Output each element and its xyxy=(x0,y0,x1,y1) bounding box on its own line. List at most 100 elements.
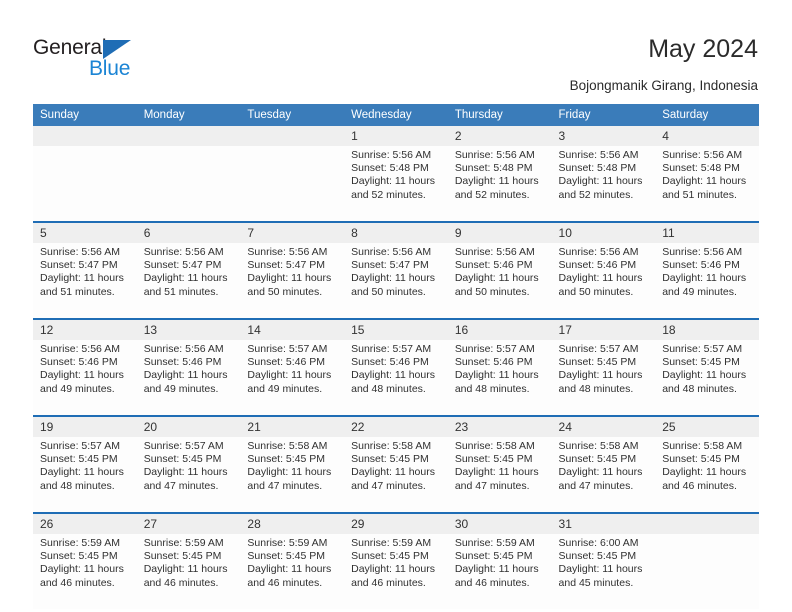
day-number-30[interactable]: 30 xyxy=(447,514,552,534)
sunrise-text: Sunrise: 5:57 AM xyxy=(558,343,639,355)
day-cell-16[interactable]: Sunrise: 5:57 AM Sunset: 5:46 PM Daylight:… xyxy=(447,340,552,415)
day-number-28[interactable]: 28 xyxy=(240,514,345,534)
day-number-9[interactable]: 9 xyxy=(447,223,552,243)
day-cell-empty xyxy=(136,146,241,221)
day-cell-19[interactable]: Sunrise: 5:57 AM Sunset: 5:45 PM Daylight:… xyxy=(33,437,137,512)
day-cell-12[interactable]: Sunrise: 5:56 AM Sunset: 5:46 PM Daylight:… xyxy=(33,340,137,415)
day-cell-5[interactable]: Sunrise: 5:56 AM Sunset: 5:47 PM Daylight:… xyxy=(33,243,137,318)
day-number-6[interactable]: 6 xyxy=(136,223,241,243)
day-number-27[interactable]: 27 xyxy=(136,514,241,534)
daylight-text: Daylight: 11 hours and 47 minutes. xyxy=(454,466,539,492)
day-number-14[interactable]: 14 xyxy=(240,320,345,340)
day-cell-31[interactable]: Sunrise: 6:00 AM Sunset: 5:45 PM Daylight:… xyxy=(551,534,656,609)
day-number-13[interactable]: 13 xyxy=(136,320,241,340)
day-cell-10[interactable]: Sunrise: 5:56 AM Sunset: 5:46 PM Daylight:… xyxy=(551,243,656,318)
day-cell-14[interactable]: Sunrise: 5:57 AM Sunset: 5:46 PM Daylight:… xyxy=(240,340,345,415)
day-cell-4[interactable]: Sunrise: 5:56 AM Sunset: 5:48 PM Daylight:… xyxy=(655,146,759,221)
sunrise-text: Sunrise: 5:56 AM xyxy=(662,246,743,258)
day-cell-6[interactable]: Sunrise: 5:56 AM Sunset: 5:47 PM Daylight:… xyxy=(136,243,241,318)
day-number-26[interactable]: 26 xyxy=(33,514,137,534)
page-subtitle: Bojongmanik Girang, Indonesia xyxy=(569,78,758,93)
day-cell-24[interactable]: Sunrise: 5:58 AM Sunset: 5:45 PM Daylight:… xyxy=(551,437,656,512)
sunset-text: Sunset: 5:45 PM xyxy=(558,356,637,369)
day-cell-3[interactable]: Sunrise: 5:56 AM Sunset: 5:48 PM Daylight:… xyxy=(551,146,656,221)
sunrise-text: Sunrise: 6:00 AM xyxy=(558,537,639,549)
day-number-22[interactable]: 22 xyxy=(344,417,448,437)
day-cell-11[interactable]: Sunrise: 5:56 AM Sunset: 5:46 PM Daylight:… xyxy=(655,243,759,318)
table-row: Sunrise: 5:57 AM Sunset: 5:45 PM Daylight:… xyxy=(33,437,759,512)
sunrise-sunset-calendar: Sunday Monday Tuesday Wednesday Thursday… xyxy=(33,104,759,609)
day-number-2[interactable]: 2 xyxy=(447,126,552,146)
day-cell-13[interactable]: Sunrise: 5:56 AM Sunset: 5:46 PM Daylight:… xyxy=(136,340,241,415)
daylight-text: Daylight: 11 hours and 49 minutes. xyxy=(662,272,747,298)
day-cell-8[interactable]: Sunrise: 5:56 AM Sunset: 5:47 PM Daylight:… xyxy=(344,243,448,318)
day-number-20[interactable]: 20 xyxy=(136,417,241,437)
sunrise-text: Sunrise: 5:57 AM xyxy=(40,440,120,452)
calendar-header-row: Sunday Monday Tuesday Wednesday Thursday… xyxy=(33,104,759,126)
calendar-body: 1 2 3 4 Sunrise: 5:56 AM Sunset: 5:48 PM Dayli… xyxy=(33,126,759,609)
day-number-10[interactable]: 10 xyxy=(551,223,656,243)
day-number-3[interactable]: 3 xyxy=(551,126,656,146)
day-number-25[interactable]: 25 xyxy=(655,417,759,437)
daylight-text: Daylight: 11 hours and 47 minutes. xyxy=(143,466,228,492)
day-number-31[interactable]: 31 xyxy=(551,514,656,534)
day-number-1[interactable]: 1 xyxy=(344,126,448,146)
day-cell-22[interactable]: Sunrise: 5:58 AM Sunset: 5:45 PM Daylight:… xyxy=(344,437,448,512)
day-cell-2[interactable]: Sunrise: 5:56 AM Sunset: 5:48 PM Daylight:… xyxy=(447,146,552,221)
day-cell-9[interactable]: Sunrise: 5:56 AM Sunset: 5:46 PM Daylight:… xyxy=(447,243,552,318)
daylight-text: Daylight: 11 hours and 50 minutes. xyxy=(454,272,539,298)
day-cell-25[interactable]: Sunrise: 5:58 AM Sunset: 5:45 PM Daylight:… xyxy=(655,437,759,512)
sunrise-text: Sunrise: 5:56 AM xyxy=(351,246,432,258)
day-number-16[interactable]: 16 xyxy=(447,320,552,340)
day-number-8[interactable]: 8 xyxy=(344,223,448,243)
day-number-24[interactable]: 24 xyxy=(551,417,656,437)
day-number-21[interactable]: 21 xyxy=(240,417,345,437)
sunrise-text: Sunrise: 5:58 AM xyxy=(662,440,743,452)
daylight-text: Daylight: 11 hours and 50 minutes. xyxy=(247,272,332,298)
sunset-text: Sunset: 5:46 PM xyxy=(454,356,533,369)
day-cell-7[interactable]: Sunrise: 5:56 AM Sunset: 5:47 PM Daylight:… xyxy=(240,243,345,318)
calendar-page: General Blue May 2024 Bojongmanik Girang… xyxy=(0,0,792,612)
day-cell-23[interactable]: Sunrise: 5:58 AM Sunset: 5:45 PM Daylight:… xyxy=(447,437,552,512)
day-number-empty xyxy=(136,126,241,146)
sunset-text: Sunset: 5:46 PM xyxy=(662,259,740,272)
daylight-text: Daylight: 11 hours and 52 minutes. xyxy=(351,175,435,201)
day-number-5[interactable]: 5 xyxy=(33,223,137,243)
day-cell-29[interactable]: Sunrise: 5:59 AM Sunset: 5:45 PM Daylight:… xyxy=(344,534,448,609)
sunset-text: Sunset: 5:45 PM xyxy=(454,550,533,563)
sunset-text: Sunset: 5:45 PM xyxy=(351,453,429,466)
day-cell-26[interactable]: Sunrise: 5:59 AM Sunset: 5:45 PM Daylight:… xyxy=(33,534,137,609)
day-cell-18[interactable]: Sunrise: 5:57 AM Sunset: 5:45 PM Daylight:… xyxy=(655,340,759,415)
day-number-11[interactable]: 11 xyxy=(655,223,759,243)
day-cell-1[interactable]: Sunrise: 5:56 AM Sunset: 5:48 PM Daylight:… xyxy=(344,146,448,221)
daylight-text: Daylight: 11 hours and 49 minutes. xyxy=(143,369,228,395)
day-number-7[interactable]: 7 xyxy=(240,223,345,243)
sunset-text: Sunset: 5:46 PM xyxy=(558,259,637,272)
day-number-18[interactable]: 18 xyxy=(655,320,759,340)
daylight-text: Daylight: 11 hours and 48 minutes. xyxy=(351,369,435,395)
day-number-4[interactable]: 4 xyxy=(655,126,759,146)
day-number-empty xyxy=(655,514,759,534)
day-cell-27[interactable]: Sunrise: 5:59 AM Sunset: 5:45 PM Daylight:… xyxy=(136,534,241,609)
sunset-text: Sunset: 5:46 PM xyxy=(351,356,429,369)
day-number-12[interactable]: 12 xyxy=(33,320,137,340)
day-number-23[interactable]: 23 xyxy=(447,417,552,437)
day-number-17[interactable]: 17 xyxy=(551,320,656,340)
sunset-text: Sunset: 5:46 PM xyxy=(143,356,222,369)
day-cell-28[interactable]: Sunrise: 5:59 AM Sunset: 5:45 PM Daylight:… xyxy=(240,534,345,609)
daylight-text: Daylight: 11 hours and 48 minutes. xyxy=(558,369,643,395)
day-number-19[interactable]: 19 xyxy=(33,417,137,437)
day-number-29[interactable]: 29 xyxy=(344,514,448,534)
day-cell-empty xyxy=(655,534,759,609)
day-cell-21[interactable]: Sunrise: 5:58 AM Sunset: 5:45 PM Daylight:… xyxy=(240,437,345,512)
day-cell-30[interactable]: Sunrise: 5:59 AM Sunset: 5:45 PM Daylight:… xyxy=(447,534,552,609)
sunset-text: Sunset: 5:48 PM xyxy=(662,162,740,175)
sunset-text: Sunset: 5:45 PM xyxy=(351,550,429,563)
day-cell-15[interactable]: Sunrise: 5:57 AM Sunset: 5:46 PM Daylight:… xyxy=(344,340,448,415)
day-cell-17[interactable]: Sunrise: 5:57 AM Sunset: 5:45 PM Daylight:… xyxy=(551,340,656,415)
daylight-text: Daylight: 11 hours and 45 minutes. xyxy=(558,563,643,589)
day-cell-20[interactable]: Sunrise: 5:57 AM Sunset: 5:45 PM Daylight:… xyxy=(136,437,241,512)
sunset-text: Sunset: 5:48 PM xyxy=(454,162,533,175)
day-number-15[interactable]: 15 xyxy=(344,320,448,340)
sunrise-text: Sunrise: 5:56 AM xyxy=(40,246,120,258)
